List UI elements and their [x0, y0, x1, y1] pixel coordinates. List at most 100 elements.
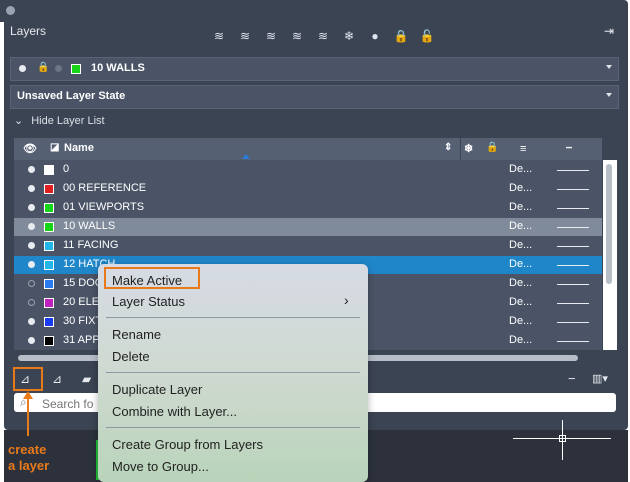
freeze-column-icon[interactable]: ❄ [464, 142, 473, 155]
chevron-down-icon: ⌄ [14, 115, 24, 127]
menu-separator [106, 317, 360, 318]
layer-lineweight [557, 170, 589, 171]
vertical-scroll-thumb[interactable] [606, 164, 612, 284]
layer-color-swatch[interactable] [44, 317, 54, 327]
column-divider [460, 138, 461, 160]
layer-color-swatch[interactable] [44, 165, 54, 175]
layer-color-swatch[interactable] [44, 241, 54, 251]
layer-color-swatch[interactable] [44, 298, 54, 308]
column-settings-icon[interactable]: ▥▾ [592, 372, 608, 385]
menu-item-delete[interactable]: Delete [112, 349, 150, 364]
sort-icon[interactable]: ⇕ [444, 142, 452, 153]
layer-on-icon[interactable] [28, 261, 35, 268]
column-header: 👁 ◪ Name ⇕ ❄ 🔒 ≡ ┈ [14, 138, 602, 160]
lock-column-icon[interactable]: 🔒 [486, 142, 498, 153]
layer-color-swatch[interactable] [44, 260, 54, 270]
layer-row[interactable]: 01 VIEWPORTS De... [14, 199, 602, 217]
layer-properties-icon[interactable]: ≋ [210, 28, 228, 44]
layer-row[interactable]: 00 REFERENCE De... [14, 180, 602, 198]
layer-on-icon[interactable] [28, 337, 35, 344]
layer-name: 11 FACING [63, 239, 119, 251]
layer-row[interactable]: 11 FACING De... [14, 237, 602, 255]
layer-name: 01 VIEWPORTS [63, 201, 145, 213]
status-icon[interactable]: ◪ [50, 142, 59, 153]
menu-item-rename[interactable]: Rename [112, 327, 161, 342]
layer-name: 0 [63, 163, 70, 175]
highlight-make-active [104, 267, 200, 289]
layer-on-icon[interactable] [28, 223, 35, 230]
undock-icon[interactable]: ⇥ [604, 24, 614, 38]
layer-off-icon[interactable] [28, 280, 35, 287]
layer-row[interactable]: 10 WALLS De... [14, 218, 602, 236]
callout-line-2: a layer [8, 458, 50, 473]
layer-linetype: De... [509, 220, 533, 232]
layer-color-swatch [71, 64, 81, 74]
layer-linetype: De... [509, 277, 533, 289]
layer-on-icon[interactable] [28, 242, 35, 249]
callout-arrow [27, 394, 29, 436]
layer-state-dropdown[interactable]: Unsaved Layer State [10, 85, 619, 109]
layer-lineweight [557, 265, 589, 266]
layer-off-icon[interactable]: ● [366, 28, 384, 44]
menu-item-layer-status[interactable]: Layer Status [112, 294, 185, 309]
layer-color-swatch[interactable] [44, 336, 54, 346]
eye-icon[interactable]: 👁 [23, 142, 37, 155]
crosshair-pickbox [559, 435, 566, 442]
layer-freeze-icon[interactable]: ❄ [340, 28, 358, 44]
context-menu: Make Active Layer Status › Rename Delete… [98, 264, 368, 482]
layer-lineweight [557, 341, 589, 342]
menu-item-combine-with-layer[interactable]: Combine with Layer... [112, 404, 237, 419]
layer-on-icon[interactable] [28, 166, 35, 173]
column-name-header[interactable]: Name [64, 142, 94, 154]
title-bar [0, 0, 624, 22]
highlight-new-layer-button [13, 367, 43, 391]
hide-layer-list-label: Hide Layer List [31, 115, 105, 127]
layer-lineweight [557, 322, 589, 323]
layer-on-icon[interactable] [28, 204, 35, 211]
layer-color-swatch[interactable] [44, 203, 54, 213]
linetype-column-icon[interactable]: ≡ [520, 143, 526, 155]
search-input[interactable] [40, 396, 104, 412]
layer-linetype: De... [509, 201, 533, 213]
current-layer-dropdown[interactable]: 🔒 10 WALLS [10, 57, 619, 81]
layer-linetype: De... [509, 258, 533, 270]
layer-color-swatch[interactable] [44, 279, 54, 289]
layer-unisolate-icon[interactable]: ≋ [314, 28, 332, 44]
window-close-dot[interactable] [6, 6, 15, 15]
layer-linetype: De... [509, 163, 533, 175]
layer-lineweight [557, 246, 589, 247]
new-layer-vp-icon[interactable]: ⊿ [52, 372, 62, 386]
chevron-down-icon [606, 93, 612, 97]
layer-toolbar: ≋ ≋ ≋ ≋ ≋ ❄ ● 🔒 🔓 [210, 28, 436, 44]
current-layer-name: 10 WALLS [91, 62, 145, 74]
menu-item-duplicate-layer[interactable]: Duplicate Layer [112, 382, 202, 397]
layer-off-icon[interactable] [28, 299, 35, 306]
menu-item-move-to-group[interactable]: Move to Group... [112, 459, 209, 474]
layer-match-icon[interactable]: ≋ [236, 28, 254, 44]
hide-layer-list-toggle[interactable]: ⌄ Hide Layer List [14, 114, 105, 127]
layer-on-icon[interactable] [28, 318, 35, 325]
layer-isolate-icon[interactable]: ≋ [288, 28, 306, 44]
layer-name: 10 WALLS [63, 220, 116, 232]
lineweight-column-icon[interactable]: ┈ [566, 143, 572, 154]
layer-on-icon [19, 65, 26, 72]
panel-title: Layers [10, 24, 47, 38]
layer-linetype: De... [509, 334, 533, 346]
layer-lineweight [557, 303, 589, 304]
menu-item-create-group[interactable]: Create Group from Layers [112, 437, 263, 452]
layer-previous-icon[interactable]: ≋ [262, 28, 280, 44]
new-group-icon[interactable]: ▰ [82, 372, 91, 386]
layer-color-swatch[interactable] [44, 184, 54, 194]
chevron-down-icon [606, 65, 612, 69]
layer-unlock-icon[interactable]: 🔓 [418, 28, 436, 44]
menu-separator [106, 372, 360, 373]
layer-color-swatch[interactable] [44, 222, 54, 232]
layer-on-icon[interactable] [28, 185, 35, 192]
minus-icon[interactable]: − [568, 371, 576, 386]
layer-linetype: De... [509, 296, 533, 308]
menu-separator [106, 427, 360, 428]
layer-lock-icon[interactable]: 🔒 [392, 28, 410, 44]
callout-text: create a layer [8, 442, 49, 474]
layer-lineweight [557, 189, 589, 190]
layer-row[interactable]: 0 De... [14, 161, 602, 179]
